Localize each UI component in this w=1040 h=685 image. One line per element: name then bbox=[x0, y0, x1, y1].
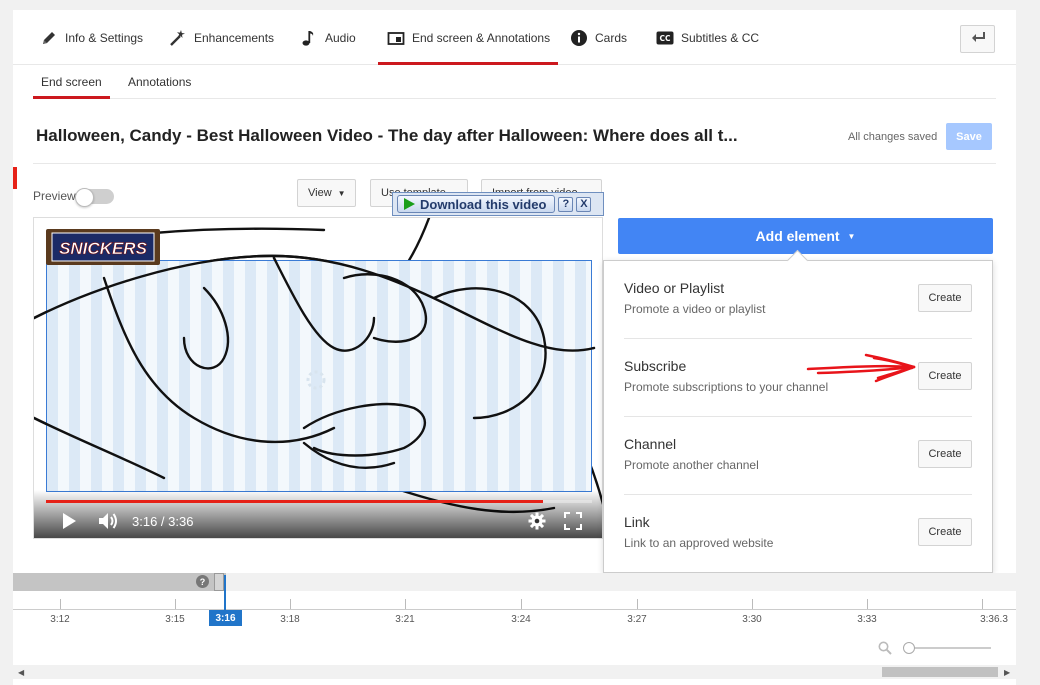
ruler-label: 3:33 bbox=[857, 614, 877, 625]
divider bbox=[33, 163, 996, 164]
pencil-icon bbox=[39, 28, 59, 48]
timeline-drag-handle[interactable] bbox=[214, 573, 224, 591]
create-subscribe-button[interactable]: Create bbox=[918, 362, 972, 390]
play-triangle-icon bbox=[404, 198, 415, 210]
back-arrow-icon bbox=[970, 30, 986, 48]
svg-text:CC: CC bbox=[659, 34, 671, 43]
subtab-annotations[interactable]: Annotations bbox=[128, 75, 191, 89]
ruler-tick bbox=[175, 599, 176, 609]
save-status: All changes saved bbox=[848, 131, 938, 143]
help-icon[interactable]: ? bbox=[558, 196, 574, 212]
subtab-end-screen[interactable]: End screen bbox=[33, 75, 110, 99]
preview-toggle[interactable] bbox=[75, 188, 114, 207]
preview-label: Preview bbox=[33, 189, 76, 203]
ruler-tick bbox=[60, 599, 61, 609]
player-controls bbox=[34, 490, 602, 538]
ruler-tick bbox=[405, 599, 406, 609]
scroll-right-icon[interactable]: ▶ bbox=[1004, 668, 1010, 677]
tab-end-screen-annotations[interactable]: End screen & Annotations bbox=[377, 10, 559, 65]
fullscreen-icon[interactable] bbox=[562, 510, 584, 532]
zoom-search-icon bbox=[878, 641, 892, 655]
tab-subtitles-cc[interactable]: CC Subtitles & CC bbox=[655, 10, 759, 65]
volume-icon[interactable] bbox=[97, 510, 119, 532]
ruler-tick bbox=[637, 599, 638, 609]
tab-cards[interactable]: Cards bbox=[569, 10, 627, 65]
timeline-help-icon[interactable]: ? bbox=[196, 575, 209, 588]
red-arrow-annotation bbox=[806, 353, 916, 383]
ruler-tick bbox=[521, 599, 522, 609]
download-overlay: Download this video ? X bbox=[392, 192, 604, 216]
zoom-slider-track[interactable] bbox=[909, 647, 991, 649]
ruler-tick bbox=[867, 599, 868, 609]
caret-down-icon: ▼ bbox=[847, 231, 856, 241]
option-subscribe: Subscribe Promote subscriptions to your … bbox=[624, 339, 972, 417]
scrollbar-thumb[interactable] bbox=[882, 667, 998, 677]
settings-gear-icon[interactable] bbox=[526, 510, 548, 532]
end-screen-icon bbox=[386, 28, 406, 48]
play-icon[interactable] bbox=[58, 510, 80, 532]
sub-tabs: End screen Annotations bbox=[33, 65, 996, 99]
ruler-label: 3:36.3 bbox=[980, 614, 1008, 625]
horizontal-scrollbar[interactable] bbox=[13, 665, 1016, 679]
ruler-tick bbox=[982, 599, 983, 609]
tab-audio[interactable]: Audio bbox=[299, 10, 356, 65]
add-element-menu: Video or Playlist Promote a video or pla… bbox=[603, 260, 993, 573]
tab-info-settings[interactable]: Info & Settings bbox=[39, 10, 143, 65]
ruler-label: 3:15 bbox=[165, 614, 185, 625]
create-channel-button[interactable]: Create bbox=[918, 440, 972, 468]
create-video-playlist-button[interactable]: Create bbox=[918, 284, 972, 312]
add-element-button[interactable]: Add element ▼ bbox=[618, 218, 993, 254]
info-icon bbox=[569, 28, 589, 48]
scroll-left-icon[interactable]: ◀ bbox=[18, 668, 24, 677]
timeline-playhead[interactable] bbox=[224, 575, 226, 611]
editor-frame: Info & Settings Enhancements Audio End s… bbox=[13, 10, 1016, 685]
ruler-label: 3:12 bbox=[50, 614, 70, 625]
save-button[interactable]: Save bbox=[946, 123, 992, 150]
playback-progress[interactable] bbox=[46, 500, 592, 503]
magic-wand-icon bbox=[168, 28, 188, 48]
option-link: Link Link to an approved website Create bbox=[624, 495, 972, 573]
ruler-label: 3:27 bbox=[627, 614, 647, 625]
top-tabs: Info & Settings Enhancements Audio End s… bbox=[13, 10, 1016, 65]
close-icon[interactable]: X bbox=[576, 196, 592, 212]
ruler-label: 3:21 bbox=[395, 614, 415, 625]
playhead-time-label: 3:16 bbox=[209, 610, 242, 626]
timeline-track[interactable] bbox=[13, 573, 1016, 591]
tab-enhancements[interactable]: Enhancements bbox=[168, 10, 274, 65]
svg-text:SNICKERS: SNICKERS bbox=[59, 239, 148, 258]
video-title: Halloween, Candy - Best Halloween Video … bbox=[36, 126, 738, 145]
video-player[interactable]: SNICKERS 3:16 / 3:36 bbox=[33, 217, 603, 539]
zoom-slider-handle[interactable] bbox=[903, 642, 915, 654]
back-button[interactable] bbox=[960, 25, 995, 53]
ruler-tick bbox=[752, 599, 753, 609]
option-video-playlist: Video or Playlist Promote a video or pla… bbox=[624, 261, 972, 339]
ruler-label: 3:24 bbox=[511, 614, 531, 625]
ruler-label: 3:18 bbox=[280, 614, 300, 625]
download-video-button[interactable]: Download this video bbox=[397, 195, 556, 213]
cc-icon: CC bbox=[655, 28, 675, 48]
create-link-button[interactable]: Create bbox=[918, 518, 972, 546]
timeline-ruler bbox=[13, 609, 1016, 610]
ruler-tick bbox=[290, 599, 291, 609]
option-channel: Channel Promote another channel Create bbox=[624, 417, 972, 495]
view-dropdown[interactable]: View ▼ bbox=[297, 179, 356, 207]
snickers-logo: SNICKERS bbox=[46, 229, 160, 265]
side-marker bbox=[13, 167, 17, 189]
caret-down-icon: ▼ bbox=[337, 188, 346, 198]
music-note-icon bbox=[299, 28, 319, 48]
ruler-label: 3:30 bbox=[742, 614, 762, 625]
time-display: 3:16 / 3:36 bbox=[132, 514, 194, 529]
